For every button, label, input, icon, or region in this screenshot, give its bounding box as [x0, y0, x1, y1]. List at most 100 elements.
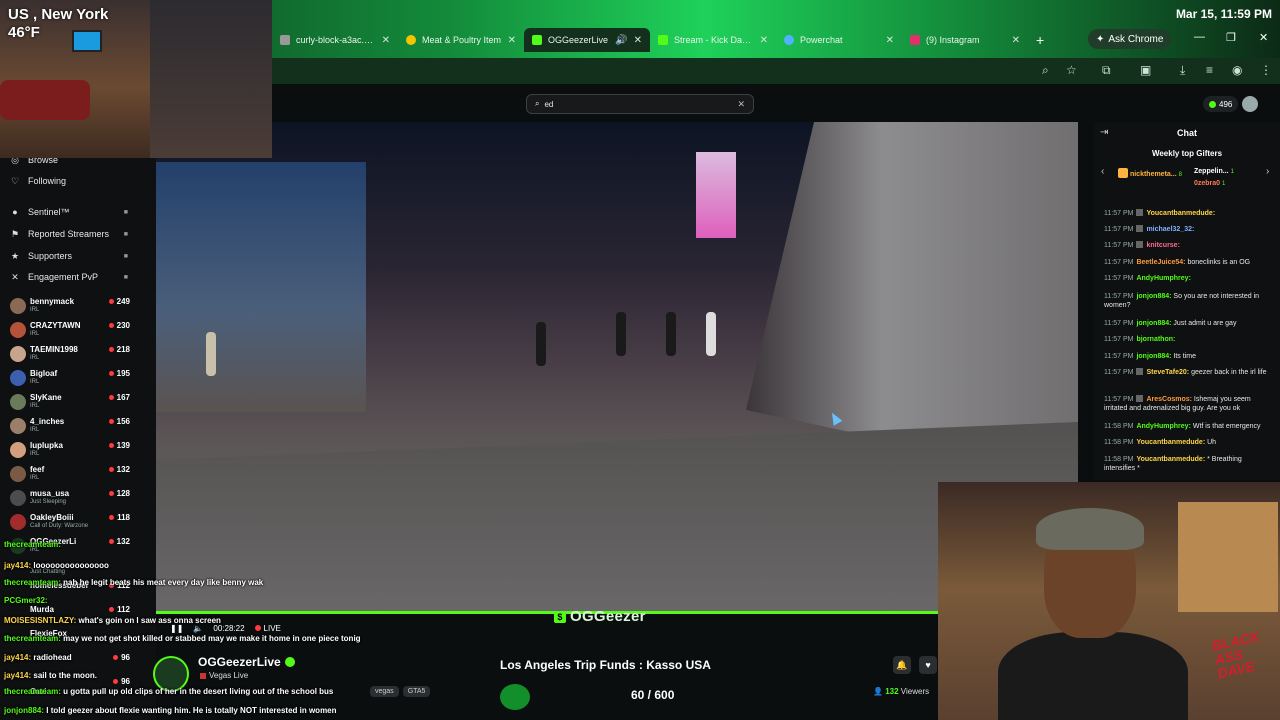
menu-list-icon[interactable]: ≡	[1206, 63, 1213, 77]
channel-name: TAEMIN1998	[30, 345, 78, 354]
msg-time: 11:57 PM	[1104, 210, 1134, 217]
maximize-button[interactable]: ❐	[1226, 31, 1236, 44]
msg-text: Just admit u are gay	[1173, 320, 1237, 327]
top-gifters-title: Weekly top Gifters	[1151, 149, 1223, 158]
profile-icon[interactable]: ◉	[1232, 63, 1242, 77]
close-icon[interactable]: ✕	[382, 35, 390, 46]
sidepanel-icon[interactable]: ▣	[1140, 63, 1151, 77]
window-close-button[interactable]: ✕	[1259, 31, 1268, 44]
viewer-count: 132	[109, 537, 130, 546]
zoom-icon[interactable]: ⌕	[1042, 63, 1049, 78]
chevron-left-icon[interactable]: ‹	[1101, 166, 1104, 177]
tab-curly-block[interactable]: curly-block-a3ac.bla ✕	[272, 28, 398, 52]
msg-user[interactable]: SteveTafe20:	[1146, 369, 1189, 376]
msg-user[interactable]: bjornathon:	[1136, 336, 1175, 343]
tag[interactable]: GTA5	[402, 686, 431, 697]
more-icon[interactable]: ⋮	[1260, 63, 1272, 77]
channel-item[interactable]: bennymack IRL 249	[0, 295, 140, 319]
extensions-icon[interactable]: ⧉	[1102, 63, 1111, 78]
channel-item[interactable]: Bigloaf IRL 195	[0, 367, 140, 391]
msg-user[interactable]: jonjon884:	[1136, 293, 1171, 300]
clear-search-icon[interactable]: ✕	[737, 99, 745, 110]
sidebar-item-sentinel[interactable]: ● Sentinel™ ■	[0, 202, 156, 222]
overlay-chat-line: jay414: looooooooooooooo	[4, 561, 109, 570]
channel-name: 4_inches	[30, 417, 65, 426]
video-scene-sign	[696, 152, 736, 238]
gifter-item[interactable]: nickthemeta... 8	[1118, 168, 1182, 178]
search-icon: ⌕	[535, 99, 540, 108]
channel-name: musa_usa	[30, 489, 70, 498]
tab-kick-dashboard[interactable]: Stream - Kick Dashb ✕	[650, 28, 776, 52]
msg-user[interactable]: Youcantbanmedude:	[1146, 210, 1215, 217]
channel-item[interactable]: SlyKane IRL 167	[0, 391, 140, 415]
overlay-chat-text: I told geezer about flexie wanting him. …	[46, 706, 337, 715]
minimize-button[interactable]: —	[1194, 31, 1205, 43]
ask-chrome-button[interactable]: ✦ Ask Chrome	[1088, 29, 1172, 49]
tab-instagram[interactable]: (9) Instagram ✕	[902, 28, 1028, 52]
sidebar-item-reported-streamers[interactable]: ⚑ Reported Streamers ■	[0, 224, 156, 244]
streamer-webcam-overlay: BLACK ASS DAVE	[938, 482, 1280, 720]
msg-user[interactable]: AndyHumphrey:	[1136, 423, 1190, 430]
tab-meat-poultry[interactable]: Meat & Poultry Item ✕	[398, 28, 524, 52]
msg-user[interactable]: michael32_32:	[1146, 226, 1194, 233]
volume-icon[interactable]: 🔈	[193, 624, 203, 633]
new-tab-button[interactable]: +	[1036, 32, 1044, 48]
msg-user[interactable]: jonjon884:	[1136, 320, 1171, 327]
msg-user[interactable]: knitcurse:	[1146, 242, 1179, 249]
webcam-scene-cabinet	[1178, 502, 1278, 612]
streamer-name[interactable]: OGGeezerLive	[198, 655, 295, 669]
msg-user[interactable]: AresCosmos:	[1146, 396, 1192, 403]
sidebar-item-engagement-pvp[interactable]: ✕ Engagement PvP ■	[0, 267, 156, 287]
close-icon[interactable]: ✕	[760, 35, 768, 46]
channel-category: IRL	[30, 427, 40, 433]
viewer-count-value: 132	[885, 687, 899, 696]
tag[interactable]: vegas	[370, 686, 399, 697]
sidebar-item-following[interactable]: ♡ Following	[0, 171, 156, 191]
notification-bell-button[interactable]: 🔔	[893, 656, 911, 674]
channel-item[interactable]: luplupka IRL 139	[0, 439, 140, 463]
channel-item[interactable]: TAEMIN1998 IRL 218	[0, 343, 140, 367]
kick-logo-icon: $	[554, 610, 566, 623]
close-icon[interactable]: ✕	[886, 35, 894, 46]
search-input[interactable]: ⌕ ed ✕	[526, 94, 754, 114]
chat-message: 11:57 PM Youcantbanmedude:	[1104, 209, 1270, 218]
tab-oggeezerlive[interactable]: OGGeezerLive 🔊 ✕	[524, 28, 650, 52]
close-icon[interactable]: ✕	[634, 35, 642, 46]
address-bar[interactable]	[272, 58, 1280, 84]
kicks-balance[interactable]: 496	[1203, 96, 1239, 112]
msg-user[interactable]: AndyHumphrey:	[1136, 275, 1190, 282]
msg-user[interactable]: BeetleJuice54:	[1136, 259, 1185, 266]
msg-user[interactable]: jonjon884:	[1136, 353, 1171, 360]
viewer-count: 👤 132 Viewers	[873, 687, 929, 696]
follow-button[interactable]: ♥	[919, 656, 937, 674]
download-icon[interactable]: ⤓	[1180, 63, 1185, 78]
channel-item[interactable]: CRAZYTAWN IRL 230	[0, 319, 140, 343]
tab-powerchat[interactable]: Powerchat ✕	[776, 28, 902, 52]
msg-user[interactable]: Youcantbanmedude:	[1136, 456, 1205, 463]
channel-item[interactable]: musa_usa Just Sleeping 128	[0, 487, 140, 511]
sidebar-item-supporters[interactable]: ★ Supporters ■	[0, 246, 156, 266]
close-icon[interactable]: ✕	[1012, 35, 1020, 46]
chat-message: 11:57 PM knitcurse:	[1104, 241, 1270, 250]
star-icon[interactable]: ☆	[1066, 63, 1077, 77]
channel-item[interactable]: OakleyBoiii Call of Duty: Warzone 118	[0, 511, 140, 535]
stream-category[interactable]: Vegas Live	[200, 671, 248, 680]
swords-icon: ✕	[11, 271, 19, 282]
overlay-chat-line: jay414: sail to the moon.	[4, 671, 97, 680]
speaker-icon[interactable]: 🔊	[615, 35, 627, 46]
pause-icon[interactable]: ❚❚	[170, 624, 183, 633]
msg-time: 11:57 PM	[1104, 369, 1134, 376]
gifter-item[interactable]: 0zebra0 1	[1194, 180, 1225, 187]
lock-icon: ■	[123, 252, 128, 260]
chevron-right-icon[interactable]: ›	[1266, 166, 1269, 177]
msg-user[interactable]: Youcantbanmedude:	[1136, 439, 1205, 446]
gifter-item[interactable]: Zeppelin... 1	[1194, 168, 1234, 175]
gifter-name: nickthemeta...	[1129, 171, 1177, 178]
channel-item[interactable]: 4_inches IRL 156	[0, 415, 140, 439]
user-avatar[interactable]	[1242, 96, 1258, 112]
channel-item[interactable]: feef IRL 132	[0, 463, 140, 487]
avatar	[10, 466, 26, 482]
weather-location: US , New York	[8, 6, 109, 23]
video-scene-person	[706, 312, 716, 356]
close-icon[interactable]: ✕	[508, 35, 516, 46]
